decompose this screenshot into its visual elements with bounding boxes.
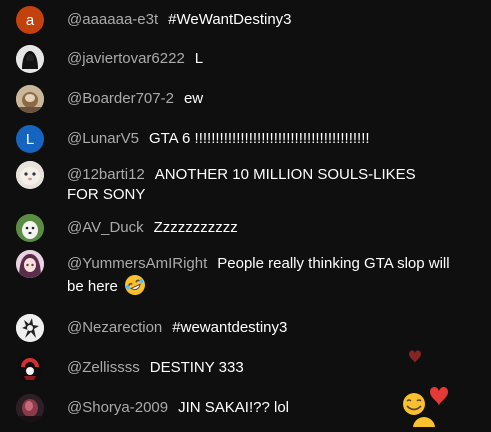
author-name[interactable]: @AV_Duck [67, 219, 144, 236]
author-name[interactable]: @Zellissss [67, 359, 140, 376]
chat-message: @YummersAmIRight People really thinking G… [16, 250, 466, 297]
smiling-face-icon [403, 393, 425, 415]
floating-reactions [395, 340, 455, 432]
message-content: @AV_Duck Zzzzzzzzzzz [67, 214, 238, 238]
message-text: Zzzzzzzzzzz [153, 219, 238, 236]
chat-message: a @aaaaaa-e3t #WeWantDestiny3 [16, 6, 466, 34]
message-content: @Boarder707-2 ew [67, 85, 203, 109]
smiling-face-icon [413, 417, 435, 432]
message-content: @LunarV5 GTA 6 !!!!!!!!!!!!!!!!!!!!!!!!!!… [67, 125, 370, 149]
avatar-letter: L [25, 130, 35, 148]
message-content: @12barti12 ANOTHER 10 MILLION SOULS-LIKES… [67, 161, 442, 205]
message-content: @YummersAmIRight People really thinking G… [67, 250, 462, 297]
scrollbar[interactable] [480, 0, 488, 427]
heart-icon [409, 350, 421, 363]
message-text: #wewantdestiny3 [172, 319, 288, 336]
chat-message: @AV_Duck Zzzzzzzzzzz [16, 214, 466, 242]
author-name[interactable]: @Shorya-2009 [67, 399, 168, 416]
author-name[interactable]: @YummersAmIRight [67, 255, 207, 272]
chat-message: @12barti12 ANOTHER 10 MILLION SOULS-LIKES… [16, 161, 466, 205]
hooded-figure-icon[interactable] [16, 45, 44, 73]
message-content: @Shorya-2009 JIN SAKAI!?? lol [67, 394, 289, 418]
photo-avatar-icon[interactable] [16, 85, 44, 113]
message-text: GTA 6 !!!!!!!!!!!!!!!!!!!!!!!!!!!!!!!!!!… [148, 130, 370, 147]
message-content: @Nezarection #wewantdestiny3 [67, 314, 287, 338]
author-name[interactable]: @LunarV5 [67, 130, 139, 147]
message-text: ew [183, 90, 204, 107]
author-name[interactable]: @12barti12 [67, 166, 145, 183]
message-text: L [194, 50, 204, 67]
avatar-letter: a [25, 11, 35, 29]
author-name[interactable]: @Boarder707-2 [67, 90, 174, 107]
avatar[interactable]: a [16, 6, 44, 34]
message-text: DESTINY 333 [149, 359, 244, 376]
cat-face-icon[interactable] [16, 161, 44, 189]
chat-message: @Boarder707-2 ew [16, 85, 466, 113]
dog-photo-icon[interactable] [16, 214, 44, 242]
chat-message: L @LunarV5 GTA 6 !!!!!!!!!!!!!!!!!!!!!!!!… [16, 125, 466, 153]
red-ring-icon[interactable] [16, 354, 44, 382]
message-text: JIN SAKAI!?? lol [178, 399, 290, 416]
rolling-on-floor-laughing-icon [125, 275, 146, 295]
avatar[interactable]: L [16, 125, 44, 153]
author-name[interactable]: @Nezarection [67, 319, 162, 336]
message-content: @javiertovar6222 L [67, 45, 203, 69]
heart-icon [430, 386, 448, 406]
message-text: #WeWantDestiny3 [168, 11, 292, 28]
author-name[interactable]: @javiertovar6222 [67, 50, 185, 67]
reaction-emojis [403, 350, 448, 432]
message-content: @Zellissss DESTINY 333 [67, 354, 244, 378]
anime-girl-icon[interactable] [16, 250, 44, 278]
dark-portrait-icon[interactable] [16, 394, 44, 422]
chat-message: @Nezarection #wewantdestiny3 [16, 314, 466, 342]
chat-message: @javiertovar6222 L [16, 45, 466, 73]
sketch-avatar-icon[interactable] [16, 314, 44, 342]
author-name[interactable]: @aaaaaa-e3t [67, 11, 158, 28]
message-content: @aaaaaa-e3t #WeWantDestiny3 [67, 6, 292, 30]
